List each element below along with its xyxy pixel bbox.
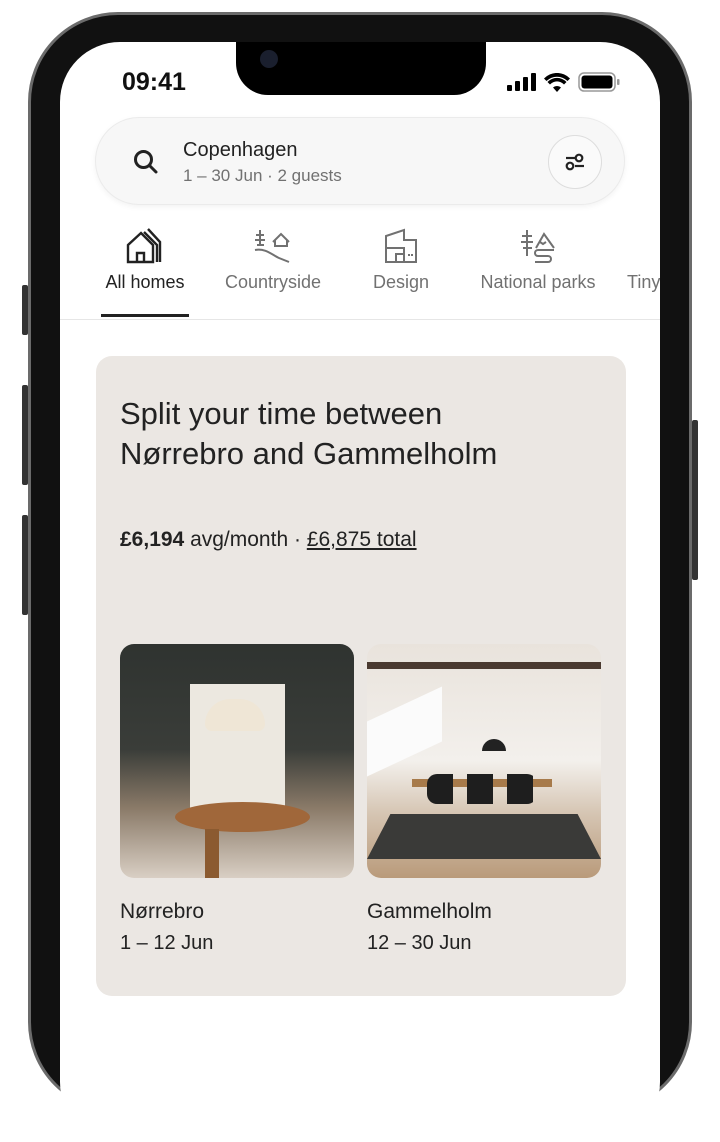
gammelholm-photo[interactable] — [367, 644, 601, 878]
tab-label: National parks — [480, 272, 596, 292]
filter-button[interactable] — [548, 135, 602, 189]
stay-1-dates: 1 – 12 Jun — [120, 932, 214, 954]
stay-2-name: Gammelholm — [367, 900, 492, 923]
status-time: 09:41 — [122, 68, 186, 96]
norrebro-photo[interactable] — [120, 644, 354, 878]
tab-all-homes[interactable]: All homes — [101, 228, 189, 293]
tab-design[interactable]: Design — [365, 228, 437, 293]
dining-table — [175, 802, 310, 832]
stay-2-dates: 12 – 30 Jun — [367, 932, 472, 954]
wifi-icon — [544, 72, 570, 92]
avg-price: £6,194 — [120, 528, 185, 551]
camera-icon — [260, 50, 278, 68]
countryside-icon — [254, 230, 290, 263]
stay-1-name: Nørrebro — [120, 900, 205, 923]
category-tabs: All homes Countryside Design National pa… — [60, 228, 660, 320]
chairs — [427, 774, 537, 804]
power-button — [692, 420, 698, 580]
design-building-icon — [385, 228, 417, 263]
rug — [367, 814, 601, 859]
tab-label: Tiny — [627, 272, 660, 292]
card-title: Split your time between Nørrebro and Gam… — [120, 396, 498, 471]
signal-icon — [507, 73, 536, 91]
search-icon — [134, 150, 158, 174]
filter-icon — [565, 153, 584, 171]
ceiling-beam — [367, 662, 601, 669]
card-price: £6,194 avg/month · £6,875 total — [120, 528, 417, 552]
tab-countryside[interactable]: Countryside — [218, 228, 328, 293]
national-park-icon — [521, 230, 555, 263]
houses-icon — [126, 228, 162, 264]
search-details: 1 – 30 Jun · 2 guests — [183, 166, 342, 185]
dynamic-island — [236, 42, 486, 95]
battery-icon — [578, 72, 620, 92]
total-price-link[interactable]: £6,875 total — [307, 528, 417, 551]
status-icons — [506, 72, 620, 92]
phone-screen: 09:41 Copenhagen 1 – 30 Jun · 2 guests A… — [60, 42, 660, 1142]
split-stay-card[interactable]: Split your time between Nørrebro and Gam… — [96, 356, 626, 996]
price-suffix: avg/month · — [184, 528, 307, 551]
tab-label: Countryside — [224, 272, 322, 292]
pendant-lamp — [482, 739, 506, 751]
table-leg — [205, 829, 219, 878]
tab-national-parks[interactable]: National parks — [473, 228, 603, 293]
tab-label: All homes — [105, 272, 185, 292]
active-tab-indicator — [101, 314, 189, 317]
tiny-home-icon — [627, 228, 660, 264]
search-bar[interactable]: Copenhagen 1 – 30 Jun · 2 guests — [95, 117, 625, 205]
search-location: Copenhagen — [183, 139, 298, 161]
skylight — [367, 686, 442, 777]
tab-label: Design — [372, 272, 430, 292]
tab-tiny[interactable]: Tiny — [627, 228, 660, 293]
